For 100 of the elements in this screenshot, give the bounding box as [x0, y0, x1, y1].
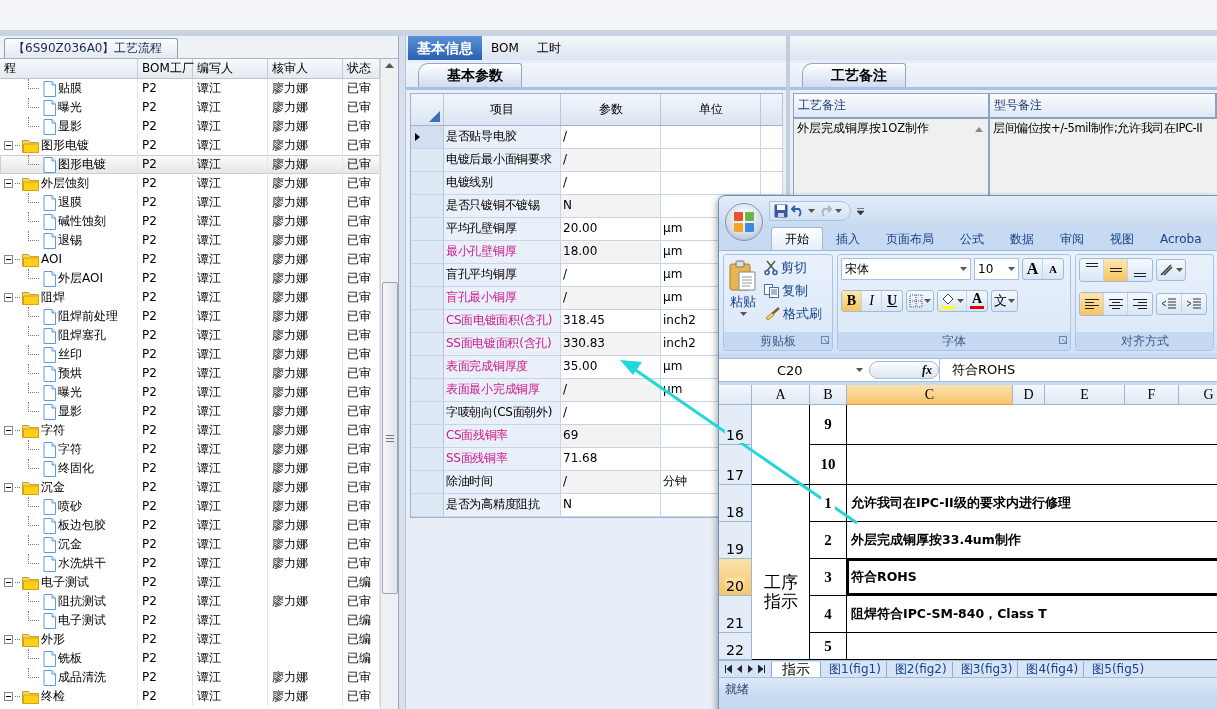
increase-indent-icon[interactable]: [1186, 297, 1202, 311]
decrease-indent-icon[interactable]: [1161, 297, 1177, 311]
table-row[interactable]: 字符 P2 谭江 廖力娜 已审: [0, 440, 380, 459]
bold-button[interactable]: B: [842, 291, 862, 311]
format-painter-button[interactable]: 格式刷: [763, 304, 823, 324]
table-row[interactable]: 外层AOI P2 谭江 廖力娜 已审: [0, 269, 380, 288]
table-row[interactable]: 碱性蚀刻 P2 谭江 廖力娜 已审: [0, 212, 380, 231]
collapse-icon[interactable]: [4, 426, 13, 435]
insert-function-button[interactable]: fx: [869, 361, 939, 379]
scroll-up-icon[interactable]: [975, 127, 983, 132]
next-sheet-icon[interactable]: [747, 665, 754, 673]
grow-font-button[interactable]: A: [1023, 259, 1043, 279]
table-row[interactable]: 曝光 P2 谭江 廖力娜 已审: [0, 383, 380, 402]
table-row[interactable]: 终检 P2 谭江 廖力娜 已审: [0, 687, 380, 706]
ribbon-tab[interactable]: 公式: [947, 228, 997, 250]
column-header[interactable]: E: [1045, 385, 1125, 405]
shrink-font-button[interactable]: A: [1043, 259, 1063, 279]
panel-tab[interactable]: 工艺备注: [802, 63, 906, 87]
table-row[interactable]: 成品清洗 P2 谭江 廖力娜 已审: [0, 668, 380, 687]
table-row[interactable]: 显影 P2 谭江 廖力娜 已审: [0, 117, 380, 136]
copy-button[interactable]: 复制: [763, 281, 823, 301]
table-row[interactable]: 退锡 P2 谭江 廖力娜 已审: [0, 231, 380, 250]
table-row[interactable]: 阻焊前处理 P2 谭江 廖力娜 已审: [0, 307, 380, 326]
underline-button[interactable]: U: [882, 291, 902, 311]
table-row[interactable]: 阻抗测试 P2 谭江 廖力娜 已审: [0, 592, 380, 611]
column-header[interactable]: 编写人: [193, 59, 268, 78]
row-header[interactable]: 20: [719, 559, 752, 596]
table-row[interactable]: 终固化 P2 谭江 廖力娜 已审: [0, 459, 380, 478]
column-header[interactable]: 参数: [561, 94, 661, 125]
sheet-tab[interactable]: 指示: [771, 662, 820, 677]
table-row[interactable]: 外形 P2 谭江 已编: [0, 630, 380, 649]
collapse-icon[interactable]: [4, 179, 13, 188]
name-box[interactable]: C20: [719, 362, 869, 378]
table-row[interactable]: 显影 P2 谭江 廖力娜 已审: [0, 402, 380, 421]
orientation-icon[interactable]: [1159, 263, 1175, 277]
table-row[interactable]: 图形电镀 P2 谭江 廖力娜 已审: [0, 155, 380, 174]
table-row[interactable]: 字符 P2 谭江 廖力娜 已审: [0, 421, 380, 440]
table-row[interactable]: 贴膜 P2 谭江 廖力娜 已审: [0, 79, 380, 98]
borders-icon[interactable]: [909, 294, 923, 308]
scrollbar-thumb[interactable]: [381, 282, 398, 594]
align-button[interactable]: [1104, 259, 1128, 281]
ribbon-tab[interactable]: 页面布局: [873, 228, 947, 250]
table-row[interactable]: 沉金 P2 谭江 廖力娜 已审: [0, 478, 380, 497]
column-header[interactable]: 程: [0, 59, 138, 78]
row-header[interactable]: 16: [719, 405, 752, 445]
row-header[interactable]: 18: [719, 485, 752, 522]
column-header[interactable]: F: [1125, 385, 1179, 405]
table-row[interactable]: 预烘 P2 谭江 廖力娜 已审: [0, 364, 380, 383]
table-row[interactable]: AOI P2 谭江 廖力娜 已审: [0, 250, 380, 269]
collapse-icon[interactable]: [4, 635, 13, 644]
row-header[interactable]: 21: [719, 596, 752, 633]
table-row[interactable]: 外层蚀刻 P2 谭江 廖力娜 已审: [0, 174, 380, 193]
table-row[interactable]: 板边包胶 P2 谭江 廖力娜 已审: [0, 516, 380, 535]
row-header[interactable]: 19: [719, 522, 752, 559]
table-row[interactable]: 阻焊 P2 谭江 廖力娜 已审: [0, 288, 380, 307]
column-header[interactable]: 项目: [444, 94, 561, 125]
scroll-up-icon[interactable]: [385, 63, 394, 68]
dialog-launcher-icon[interactable]: [1059, 336, 1067, 344]
formula-field[interactable]: 符合ROHS: [939, 359, 1217, 381]
ribbon-tab[interactable]: 视图: [1097, 228, 1147, 250]
paste-button[interactable]: 粘贴: [727, 258, 759, 329]
table-row[interactable]: 水洗烘干 P2 谭江 廖力娜 已审: [0, 554, 380, 573]
ribbon-tab[interactable]: 审阅: [1047, 228, 1097, 250]
column-header[interactable]: G: [1179, 385, 1217, 405]
table-row[interactable]: 电子测试 P2 谭江 已编: [0, 573, 380, 592]
row-header[interactable]: 17: [719, 445, 752, 485]
collapse-icon[interactable]: [4, 141, 13, 150]
ribbon-tab[interactable]: 插入: [823, 228, 873, 250]
table-row[interactable]: 曝光 P2 谭江 廖力娜 已审: [0, 98, 380, 117]
table-row[interactable]: 丝印 P2 谭江 廖力娜 已审: [0, 345, 380, 364]
scrollbar[interactable]: [380, 59, 398, 709]
collapse-icon[interactable]: [4, 293, 13, 302]
ribbon-tab[interactable]: 开始: [771, 227, 823, 250]
column-header[interactable]: C: [847, 385, 1013, 405]
column-header[interactable]: A: [752, 385, 810, 405]
save-icon[interactable]: [774, 204, 788, 218]
fill-color-icon[interactable]: [940, 293, 956, 309]
collapse-icon[interactable]: [4, 578, 13, 587]
select-all-icon[interactable]: [429, 111, 440, 122]
column-header[interactable]: 核审人: [268, 59, 343, 78]
table-row[interactable]: 喷砂 P2 谭江 廖力娜 已审: [0, 497, 380, 516]
customize-caret-icon[interactable]: [857, 207, 864, 215]
align-button[interactable]: [1080, 293, 1104, 315]
panel-tab[interactable]: 【6S90Z036A0】工艺流程: [4, 38, 178, 58]
ribbon-tab[interactable]: Acroba: [1147, 228, 1215, 250]
tab[interactable]: BOM: [482, 36, 528, 60]
font-name-dropdown[interactable]: 宋体: [841, 258, 971, 280]
table-row[interactable]: 铣板 P2 谭江 已编: [0, 649, 380, 668]
panel-tab[interactable]: 基本参数: [418, 63, 522, 87]
dialog-launcher-icon[interactable]: [821, 336, 829, 344]
column-header[interactable]: D: [1013, 385, 1045, 405]
table-row[interactable]: 沉金 P2 谭江 廖力娜 已审: [0, 535, 380, 554]
prev-sheet-icon[interactable]: [736, 665, 743, 673]
table-row[interactable]: 电子测试 P2 谭江 已编: [0, 611, 380, 630]
collapse-icon[interactable]: [4, 692, 13, 701]
row-header[interactable]: 22: [719, 633, 752, 660]
last-sheet-icon[interactable]: [758, 665, 765, 673]
column-header[interactable]: 型号备注: [990, 94, 1217, 117]
tab[interactable]: 工时: [527, 36, 570, 60]
row-selector[interactable]: [411, 126, 444, 148]
